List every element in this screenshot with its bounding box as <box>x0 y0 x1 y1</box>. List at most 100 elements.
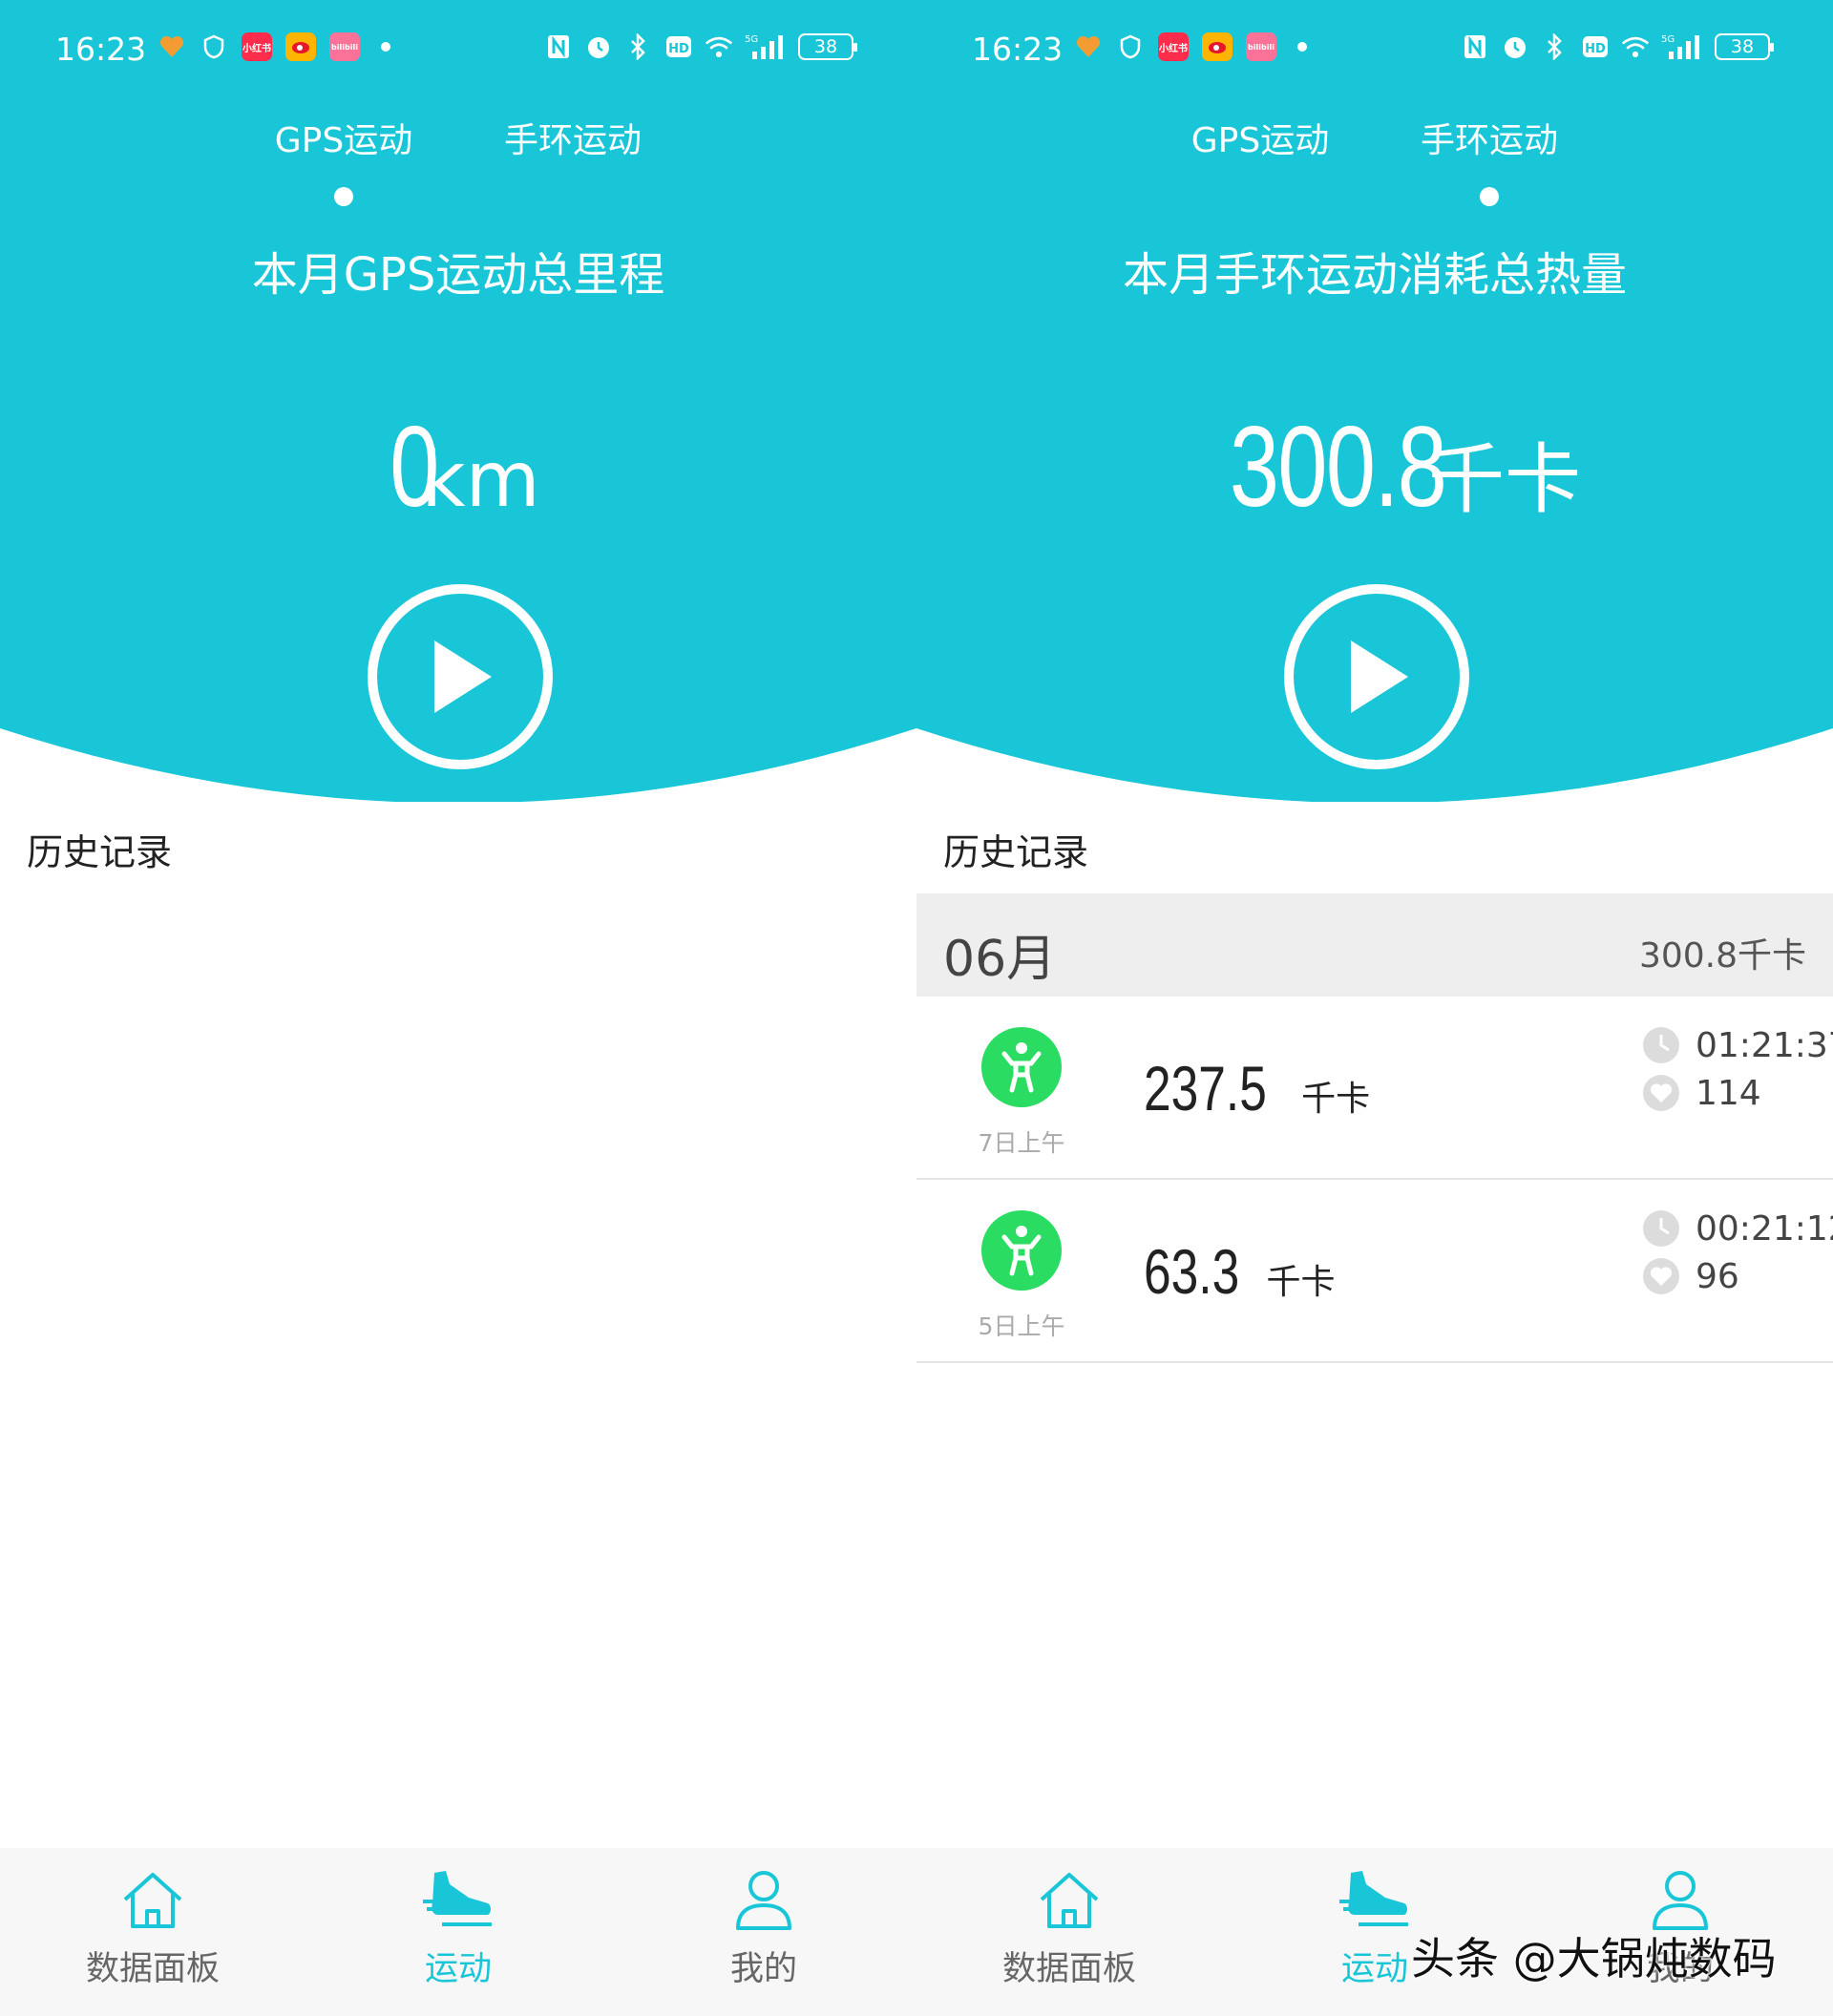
home-icon <box>1040 1873 1099 1928</box>
health-app-icon <box>1074 32 1103 61</box>
svg-text:HD: HD <box>1585 42 1606 56</box>
shoe-icon <box>1339 1871 1408 1926</box>
nav-label-dashboard: 数据面板 <box>1001 1950 1136 1988</box>
nav-item-sport[interactable]: 运动 <box>363 1869 554 1990</box>
total-calories-unit: 千卡 <box>1428 435 1582 524</box>
nav-label-mine: 我的 <box>729 1950 797 1988</box>
status-time: 16:23 <box>972 31 1064 68</box>
record-calories-unit: 千卡 <box>1266 1263 1336 1302</box>
xiaohongshu-app-icon: 小红书 <box>242 32 272 61</box>
alarm-icon <box>1501 32 1529 61</box>
tab-gps-sport[interactable]: GPS运动 <box>1165 113 1356 162</box>
heart-icon <box>1643 1258 1679 1294</box>
nfc-icon <box>1461 32 1489 61</box>
nav-item-dashboard[interactable]: 数据面板 <box>57 1869 248 1990</box>
system-icons: HD 5G 38 <box>544 32 857 61</box>
total-calories: 300.8千卡 <box>916 401 1833 533</box>
status-time: 16:23 <box>55 31 147 68</box>
record-calories: 237.5 千卡 <box>1144 1052 1370 1124</box>
shield-icon <box>1116 32 1145 61</box>
clock-icon <box>1643 1027 1679 1063</box>
notification-icons: 小红书 bilibili <box>158 32 390 61</box>
month-header[interactable]: 06月 300.8千卡 <box>916 893 1833 997</box>
shield-icon <box>200 32 228 61</box>
record-heart-rate: 96 <box>1696 1256 1739 1296</box>
nfc-icon <box>544 32 573 61</box>
network-type: 5G <box>1661 34 1675 45</box>
xiaohongshu-app-icon: 小红书 <box>1158 32 1189 61</box>
clock-icon <box>1643 1210 1679 1247</box>
start-workout-button[interactable] <box>1284 584 1469 769</box>
active-tab-indicator <box>334 187 353 206</box>
record-meta: 00:21:12 96 <box>1642 1205 1833 1300</box>
alarm-icon <box>584 32 613 61</box>
nav-item-mine[interactable]: 我的 <box>668 1869 859 1990</box>
month-total: 300.8千卡 <box>1638 936 1806 976</box>
record-duration: 00:21:12 <box>1696 1208 1833 1249</box>
notification-icons: 小红书 bilibili <box>1074 32 1307 61</box>
nav-label-sport: 运动 <box>424 1950 492 1988</box>
network-type: 5G <box>745 34 758 45</box>
record-date: 7日上午 <box>978 1129 1065 1157</box>
home-icon <box>123 1873 182 1928</box>
battery-indicator: 38 <box>1715 33 1774 60</box>
wifi-icon <box>1621 32 1650 61</box>
month-label: 06月 <box>943 931 1057 988</box>
workout-type-icon <box>981 1210 1062 1291</box>
more-notifications-dot <box>1297 42 1307 52</box>
more-notifications-dot <box>381 42 390 52</box>
bilibili-app-icon: bilibili <box>1246 32 1276 61</box>
shoe-icon <box>423 1871 492 1926</box>
record-calories: 63.3 千卡 <box>1144 1235 1335 1308</box>
battery-indicator: 38 <box>798 33 857 60</box>
user-icon <box>1653 1871 1708 1930</box>
signal-5g-icon: 5G <box>1661 32 1703 61</box>
screen-band: 16:23 小红书 bilibili HD 5G 38 GPS运动 手环运动 本… <box>916 0 1833 2016</box>
record-date: 5日上午 <box>978 1312 1065 1340</box>
list-item[interactable]: 7日上午 237.5 千卡 01:21:37 114 <box>916 997 1833 1180</box>
status-bar: 16:23 小红书 bilibili HD 5G 38 <box>0 19 916 82</box>
total-distance: 0km <box>0 401 916 533</box>
nav-item-dashboard[interactable]: 数据面板 <box>974 1869 1165 1990</box>
total-calories-value: 300.8 <box>1229 403 1447 531</box>
total-distance-value: 0 <box>390 403 440 531</box>
record-duration: 01:21:37 <box>1696 1025 1833 1065</box>
wifi-icon <box>705 32 733 61</box>
svg-text:HD: HD <box>668 42 689 56</box>
hd-icon: HD <box>664 32 693 61</box>
active-tab-indicator <box>1480 187 1499 206</box>
workout-type-icon <box>981 1027 1062 1107</box>
list-item[interactable]: 5日上午 63.3 千卡 00:21:12 96 <box>916 1180 1833 1363</box>
weibo-app-icon <box>1202 32 1233 61</box>
record-calories-unit: 千卡 <box>1301 1080 1371 1119</box>
hero-banner: 16:23 小红书 bilibili HD 5G 38 GPS运动 手环运动 本… <box>916 0 1833 802</box>
hd-icon: HD <box>1581 32 1610 61</box>
heart-icon <box>1643 1075 1679 1111</box>
record-heart-rate: 114 <box>1696 1073 1761 1113</box>
hero-banner: 16:23 小红书 bilibili HD 5G 38 GPS运动 手环运动 本… <box>0 0 916 802</box>
record-calories-value: 63.3 <box>1144 1236 1240 1307</box>
record-calories-value: 237.5 <box>1144 1053 1267 1124</box>
play-icon <box>1351 640 1408 713</box>
bluetooth-icon <box>624 32 653 61</box>
screen-gps: 16:23 小红书 bilibili HD 5G 38 GPS运动 手环运动 本… <box>0 0 916 2016</box>
record-meta: 01:21:37 114 <box>1642 1021 1833 1117</box>
health-app-icon <box>158 32 186 61</box>
hero-title: 本月手环运动消耗总热量 <box>1122 248 1627 302</box>
tab-gps-sport[interactable]: GPS运动 <box>248 113 439 162</box>
status-bar: 16:23 小红书 bilibili HD 5G 38 <box>916 19 1833 82</box>
bottom-nav: 数据面板 运动 我的 <box>0 1848 916 2016</box>
watermark: 头条 @大锅炖数码 <box>1411 1933 1777 1984</box>
start-workout-button[interactable] <box>368 584 553 769</box>
system-icons: HD 5G 38 <box>1461 32 1774 61</box>
tab-band-sport[interactable]: 手环运动 <box>1394 113 1585 162</box>
weibo-app-icon <box>285 32 316 61</box>
hero-title: 本月GPS运动总里程 <box>251 248 665 302</box>
total-distance-unit: km <box>421 435 540 524</box>
signal-5g-icon: 5G <box>745 32 787 61</box>
history-title: 历史记录 <box>943 831 1089 873</box>
bluetooth-icon <box>1541 32 1570 61</box>
tab-band-sport[interactable]: 手环运动 <box>477 113 668 162</box>
history-title: 历史记录 <box>27 831 173 873</box>
bilibili-app-icon: bilibili <box>329 32 360 61</box>
